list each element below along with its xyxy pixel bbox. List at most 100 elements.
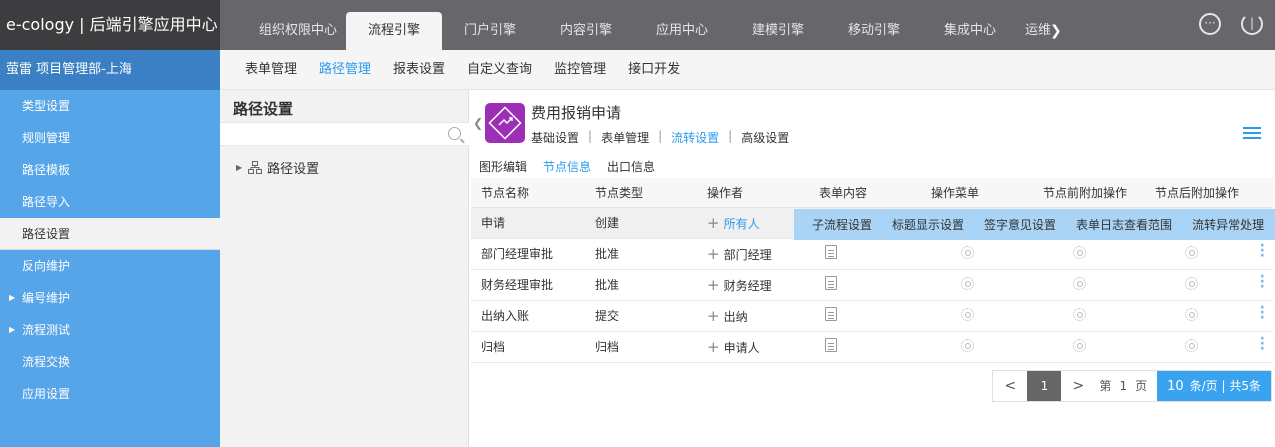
operator-link[interactable]: 所有人 bbox=[724, 217, 760, 231]
tab-advanced-settings[interactable]: 高级设置 bbox=[741, 129, 789, 146]
subflow-settings-button[interactable]: 子流程设置 bbox=[812, 216, 872, 233]
gear-icon[interactable] bbox=[961, 276, 974, 290]
add-icon[interactable]: + bbox=[707, 307, 720, 325]
subnav-custom-query[interactable]: 自定义查询 bbox=[456, 50, 543, 89]
flow-exception-button[interactable]: 流转异常处理 bbox=[1192, 216, 1264, 233]
gear-icon[interactable] bbox=[1185, 276, 1198, 290]
tab-exit-info[interactable]: 出口信息 bbox=[607, 158, 655, 180]
tab-node-info[interactable]: 节点信息 bbox=[543, 158, 592, 180]
node-table: 节点名称 节点类型 操作者 表单内容 操作菜单 节点前附加操作 节点后附加操作 … bbox=[471, 178, 1273, 363]
cell-operator[interactable]: + 所有人 bbox=[697, 207, 809, 239]
cell-node-type: 批准 bbox=[585, 269, 697, 301]
tab-graph-edit[interactable]: 图形编辑 bbox=[479, 158, 527, 180]
vertical-dots-icon[interactable]: · · · bbox=[1260, 239, 1265, 263]
cell-operator[interactable]: + 申请人 bbox=[697, 331, 809, 363]
col-operator: 操作者 bbox=[697, 178, 809, 208]
sidebar-item-flow-exchange[interactable]: 流程交换 bbox=[0, 346, 220, 378]
tab-separator: | bbox=[728, 129, 733, 143]
top-tab-content[interactable]: 内容引擎 bbox=[538, 0, 634, 50]
add-icon[interactable]: + bbox=[707, 245, 720, 263]
next-page-button[interactable]: > bbox=[1061, 371, 1095, 401]
sidebar-item-path-settings[interactable]: 路径设置 bbox=[0, 218, 220, 250]
top-tab-workflow[interactable]: 流程引擎 bbox=[346, 12, 442, 50]
more-circle-icon[interactable]: ··· bbox=[1199, 13, 1221, 35]
sidebar-item-app-settings[interactable]: 应用设置 bbox=[0, 378, 220, 410]
top-tab-modeling[interactable]: 建模引擎 bbox=[730, 0, 826, 50]
top-tab-org[interactable]: 组织权限中心 bbox=[250, 0, 346, 50]
cell-operator[interactable]: + 部门经理 bbox=[697, 238, 809, 270]
gear-icon[interactable] bbox=[1073, 245, 1086, 259]
col-pre-action: 节点前附加操作 bbox=[1033, 178, 1145, 208]
gear-icon[interactable] bbox=[961, 245, 974, 259]
main-panel: ❮ 费用报销申请 基础设置 | 表单管理 | 流转设置 | 高级设置 图形编辑 … bbox=[469, 90, 1275, 447]
gear-icon[interactable] bbox=[1073, 338, 1086, 352]
vertical-dots-icon[interactable]: · · · bbox=[1260, 270, 1265, 294]
search-icon[interactable] bbox=[448, 127, 461, 140]
tree-node-root[interactable]: ▶ 路径设置 bbox=[236, 158, 319, 177]
sidebar-item-number-maint[interactable]: ▶ 编号维护 bbox=[0, 282, 220, 314]
subnav-report-settings[interactable]: 报表设置 bbox=[382, 50, 456, 89]
path-tree-panel: 路径设置 ▶ 路径设置 bbox=[220, 90, 469, 447]
gear-icon[interactable] bbox=[1073, 276, 1086, 290]
document-icon[interactable] bbox=[825, 338, 837, 352]
sidebar-item-type-settings[interactable]: 类型设置 bbox=[0, 90, 220, 122]
tab-flow-settings[interactable]: 流转设置 bbox=[671, 129, 719, 146]
top-tab-integration[interactable]: 集成中心 bbox=[922, 0, 1018, 50]
tree-search-input[interactable] bbox=[220, 122, 469, 146]
document-icon[interactable] bbox=[825, 245, 837, 259]
tab-form-mgmt[interactable]: 表单管理 bbox=[601, 129, 649, 146]
add-icon[interactable]: + bbox=[707, 214, 720, 232]
table-row[interactable]: 出纳入账 提交 + 出纳 · · · bbox=[471, 300, 1273, 332]
vertical-dots-icon[interactable]: · · · bbox=[1260, 332, 1265, 356]
sidebar-item-label: 类型设置 bbox=[22, 99, 71, 113]
sidebar-item-path-template[interactable]: 路径模板 bbox=[0, 154, 220, 186]
current-page-button[interactable]: 1 bbox=[1027, 371, 1062, 401]
power-icon[interactable]: | bbox=[1241, 13, 1263, 35]
subnav-form-mgmt[interactable]: 表单管理 bbox=[234, 50, 308, 89]
tab-basic-settings[interactable]: 基础设置 bbox=[531, 129, 579, 146]
page-size-suffix: 条/页 | 共5条 bbox=[1189, 379, 1261, 393]
sidebar-item-path-import[interactable]: 路径导入 bbox=[0, 186, 220, 218]
vertical-dots-icon[interactable]: · · · bbox=[1260, 301, 1265, 325]
table-row[interactable]: 部门经理审批 批准 + 部门经理 · · · bbox=[471, 238, 1273, 270]
top-tab-portal[interactable]: 门户引擎 bbox=[442, 0, 538, 50]
sidebar-item-rule-mgmt[interactable]: 规则管理 bbox=[0, 122, 220, 154]
gear-icon[interactable] bbox=[1185, 338, 1198, 352]
form-log-scope-button[interactable]: 表单日志查看范围 bbox=[1076, 216, 1172, 233]
gear-icon[interactable] bbox=[961, 307, 974, 321]
sidebar-item-reverse-maint[interactable]: 反向维护 bbox=[0, 250, 220, 282]
add-icon[interactable]: + bbox=[707, 276, 720, 294]
gear-icon[interactable] bbox=[961, 338, 974, 352]
add-icon[interactable]: + bbox=[707, 338, 720, 356]
gear-icon[interactable] bbox=[1073, 307, 1086, 321]
page-size-select[interactable]: 10 条/页 | 共5条 bbox=[1157, 371, 1271, 401]
col-node-name: 节点名称 bbox=[471, 178, 585, 208]
subnav-monitor[interactable]: 监控管理 bbox=[543, 50, 617, 89]
top-tab-app-center[interactable]: 应用中心 bbox=[634, 0, 730, 50]
node-tabs: 图形编辑 节点信息 出口信息 bbox=[479, 158, 671, 180]
cell-node-name: 申请 bbox=[471, 207, 585, 239]
list-icon[interactable] bbox=[1243, 127, 1261, 141]
cell-operator[interactable]: + 出纳 bbox=[697, 300, 809, 332]
subnav-api-dev[interactable]: 接口开发 bbox=[617, 50, 691, 89]
table-row[interactable]: 归档 归档 + 申请人 · · · bbox=[471, 331, 1273, 363]
cell-node-name: 部门经理审批 bbox=[471, 238, 585, 270]
subnav-path-mgmt[interactable]: 路径管理 bbox=[308, 50, 382, 89]
prev-page-button[interactable]: < bbox=[993, 371, 1027, 401]
table-row[interactable]: 财务经理审批 批准 + 财务经理 · · · bbox=[471, 269, 1273, 301]
document-icon[interactable] bbox=[825, 307, 837, 321]
gear-icon[interactable] bbox=[1185, 245, 1198, 259]
document-icon[interactable] bbox=[825, 276, 837, 290]
sidebar-item-flow-test[interactable]: ▶ 流程测试 bbox=[0, 314, 220, 346]
cell-node-type: 提交 bbox=[585, 300, 697, 332]
sign-opinion-button[interactable]: 签字意见设置 bbox=[984, 216, 1056, 233]
cell-operator[interactable]: + 财务经理 bbox=[697, 269, 809, 301]
title-display-button[interactable]: 标题显示设置 bbox=[892, 216, 964, 233]
operator-text: 申请人 bbox=[723, 340, 760, 355]
gear-icon[interactable] bbox=[1185, 307, 1198, 321]
expand-arrow-icon[interactable]: ▶ bbox=[236, 163, 242, 172]
nav-more-arrow-icon[interactable]: ❯ bbox=[1050, 0, 1062, 50]
page-number-input[interactable]: 1 bbox=[1115, 371, 1131, 401]
collapse-arrow-icon[interactable]: ❮ bbox=[473, 116, 483, 130]
top-tab-mobile[interactable]: 移动引擎 bbox=[826, 0, 922, 50]
